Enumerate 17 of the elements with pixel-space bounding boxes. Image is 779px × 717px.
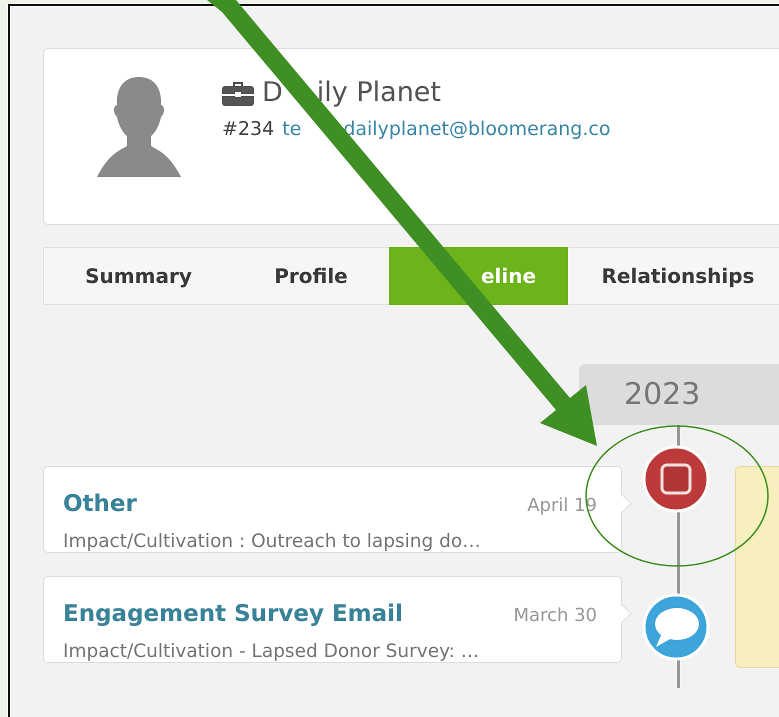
tab[interactable]: Summary: [44, 247, 233, 305]
avatar-silhouette-icon: [94, 75, 184, 179]
email-link[interactable]: te: [282, 118, 302, 140]
entry-date: March 30: [514, 605, 597, 626]
year-header: 2023: [579, 364, 779, 425]
entry-title: Other: [63, 491, 137, 517]
account-number: #234: [222, 118, 274, 140]
organization-name: ily Planet: [316, 77, 441, 108]
chat-bubble-icon: [642, 593, 710, 661]
entry-summary: Impact/Cultivation - Lapsed Donor Survey: …: [63, 641, 480, 662]
entry-title: Engagement Survey Email: [63, 601, 403, 627]
tab[interactable]: Profile: [233, 247, 389, 305]
email-link[interactable]: dailyplanet@bloomerang.co: [343, 118, 610, 140]
tab[interactable]: Relationships: [568, 247, 779, 305]
briefcase-icon: [222, 80, 254, 106]
organization-name: D: [262, 77, 283, 108]
entry-summary: Impact/Cultivation : Outreach to lapsing do…: [63, 531, 482, 552]
